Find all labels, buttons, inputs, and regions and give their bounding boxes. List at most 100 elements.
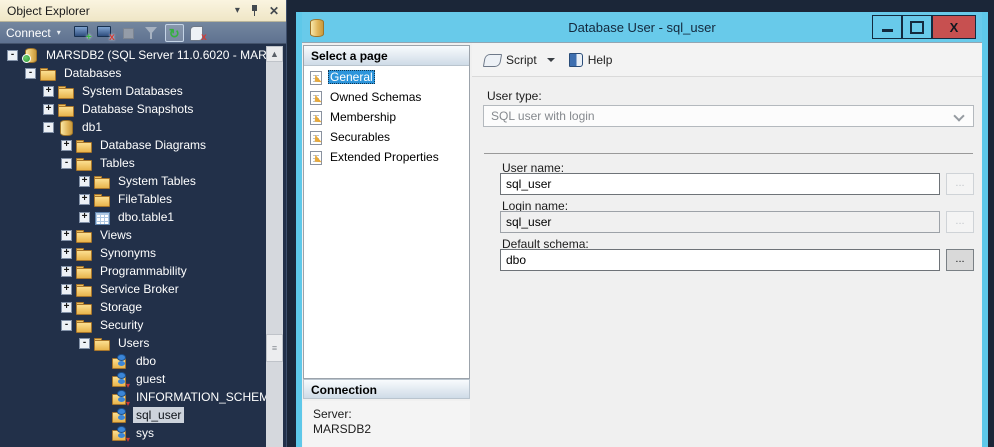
object-explorer-title: Object Explorer	[7, 4, 235, 18]
refresh-icon[interactable]	[165, 24, 184, 42]
default-schema-input[interactable]	[500, 249, 940, 271]
node-label: guest	[133, 371, 168, 387]
server-value: MARSDB2	[313, 422, 460, 437]
folder-icon	[76, 246, 92, 261]
select-a-page-header: Select a page	[304, 46, 469, 66]
node-label: FileTables	[115, 191, 175, 207]
tree-row[interactable]: + Service Broker	[1, 280, 266, 298]
expand-toggle-icon[interactable]: -	[61, 158, 72, 169]
tree-row[interactable]: + Programmability	[1, 262, 266, 280]
tree-row[interactable]: - Security	[1, 316, 266, 334]
scrollbar-thumb[interactable]: ≡	[266, 334, 283, 362]
node-label: dbo	[133, 353, 159, 369]
tree-row[interactable]: - Tables	[1, 154, 266, 172]
connect-dropdown-icon[interactable]: ▾	[57, 28, 61, 37]
connect-button[interactable]: Connect	[6, 26, 51, 40]
user-icon	[112, 408, 128, 423]
script-button[interactable]: Script	[506, 53, 537, 67]
tree-row[interactable]: - MARSDB2 (SQL Server 11.0.6020 - MARSD	[1, 46, 266, 64]
tree-row[interactable]: ▾ sys	[1, 424, 266, 442]
tree-row[interactable]: - Users	[1, 334, 266, 352]
tree-row[interactable]: - db1	[1, 118, 266, 136]
expand-toggle-icon[interactable]: -	[79, 338, 90, 349]
close-button[interactable]: X	[932, 15, 976, 39]
login-name-input[interactable]	[500, 211, 940, 233]
tree-row[interactable]: + Storage	[1, 298, 266, 316]
node-label: MARSDB2 (SQL Server 11.0.6020 - MARSD	[43, 47, 266, 63]
folder-icon	[94, 192, 110, 207]
tree-row[interactable]: sql_user	[1, 406, 266, 424]
pin-icon[interactable]	[250, 4, 259, 17]
page-label: Securables	[328, 130, 392, 144]
node-label: Users	[115, 335, 152, 351]
minimize-button[interactable]	[872, 15, 902, 39]
disabled-user-arrow-icon: ▾	[126, 400, 130, 408]
select-a-page-pane: Select a page General Owned Schemas Memb…	[303, 45, 470, 379]
expand-toggle-icon[interactable]: +	[79, 212, 90, 223]
tree-row[interactable]: ▾ guest	[1, 370, 266, 388]
expand-toggle-icon[interactable]: -	[61, 320, 72, 331]
expand-toggle-icon[interactable]: +	[61, 266, 72, 277]
dialog-body: Select a page General Owned Schemas Memb…	[302, 42, 982, 447]
tree-row[interactable]: - Databases	[1, 64, 266, 82]
expand-toggle-icon[interactable]: +	[43, 86, 54, 97]
folder-icon	[76, 138, 92, 153]
maximize-button[interactable]	[902, 15, 932, 39]
tree-row[interactable]: + Synonyms	[1, 244, 266, 262]
expand-toggle-icon[interactable]: +	[61, 140, 72, 151]
disabled-user-arrow-icon: ▾	[126, 436, 130, 444]
tree-row[interactable]: + Database Diagrams	[1, 136, 266, 154]
page-list-item[interactable]: Owned Schemas	[304, 88, 469, 106]
folder-icon	[76, 264, 92, 279]
page-label: Owned Schemas	[328, 90, 423, 104]
disabled-user-arrow-icon: ▾	[126, 382, 130, 390]
node-label: sql_user	[133, 407, 184, 423]
page-list-item[interactable]: Membership	[304, 108, 469, 126]
tree-row[interactable]: + dbo.table1	[1, 208, 266, 226]
page-list-item[interactable]: Extended Properties	[304, 148, 469, 166]
tree-row[interactable]: + System Databases	[1, 82, 266, 100]
dialog-content: Script Help User type: SQL user with log…	[472, 43, 982, 447]
default-schema-browse-button[interactable]: ...	[946, 249, 974, 271]
scrollbar-up-icon[interactable]: ▲	[266, 46, 283, 62]
folder-icon	[76, 318, 92, 333]
expand-toggle-icon[interactable]: +	[61, 230, 72, 241]
script-error-icon[interactable]	[188, 24, 207, 42]
window-position-chevron-icon[interactable]: ▾	[235, 6, 240, 16]
server-icon	[22, 48, 38, 63]
tree-scrollbar[interactable]: ▲ ≡	[266, 46, 283, 447]
connection-section: Server: MARSDB2 Connection:	[303, 401, 470, 447]
expand-toggle-icon[interactable]: -	[25, 68, 36, 79]
expand-toggle-icon[interactable]: +	[61, 248, 72, 259]
disconnect-server-icon[interactable]	[96, 24, 115, 42]
tree-row[interactable]: dbo	[1, 352, 266, 370]
expand-toggle-icon[interactable]: +	[43, 104, 54, 115]
expand-toggle-icon[interactable]: +	[79, 176, 90, 187]
user-type-select[interactable]: SQL user with login	[483, 105, 974, 127]
dialog-titlebar[interactable]: Database User - sql_user X	[302, 12, 982, 42]
folder-icon	[40, 66, 56, 81]
tree-row[interactable]: + System Tables	[1, 172, 266, 190]
tree-row[interactable]: + Views	[1, 226, 266, 244]
close-panel-icon[interactable]: ✕	[269, 5, 279, 17]
user-name-browse-button: ...	[946, 173, 974, 195]
expand-toggle-icon[interactable]: -	[43, 122, 54, 133]
expand-toggle-icon[interactable]: +	[61, 302, 72, 313]
script-dropdown-icon[interactable]	[547, 58, 555, 62]
page-label: Extended Properties	[328, 150, 441, 164]
expand-toggle-icon[interactable]: +	[61, 284, 72, 295]
filter-icon[interactable]	[142, 24, 161, 42]
expand-toggle-icon[interactable]: +	[79, 194, 90, 205]
page-list-item[interactable]: General	[304, 68, 469, 86]
node-label: Tables	[97, 155, 138, 171]
connect-server-icon[interactable]	[73, 24, 92, 42]
database-icon	[58, 120, 74, 135]
user-type-label: User type:	[487, 89, 542, 103]
tree-row[interactable]: ▾ INFORMATION_SCHEMA	[1, 388, 266, 406]
expand-toggle-icon[interactable]: -	[7, 50, 18, 61]
tree-row[interactable]: + Database Snapshots	[1, 100, 266, 118]
page-list-item[interactable]: Securables	[304, 128, 469, 146]
user-name-input[interactable]	[500, 173, 940, 195]
tree-row[interactable]: + FileTables	[1, 190, 266, 208]
help-button[interactable]: Help	[588, 53, 613, 67]
